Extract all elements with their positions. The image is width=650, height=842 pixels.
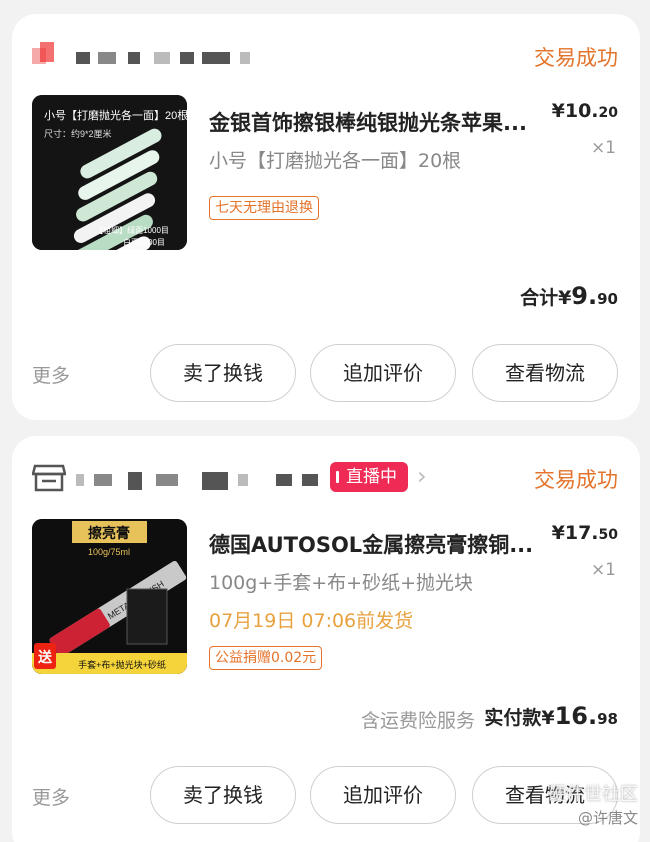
product-spec: 小号【打磨抛光各一面】20根 [209, 150, 462, 172]
thumb-header: 擦亮膏 [88, 525, 130, 541]
shop-header[interactable]: 直播中 › 交易成功 [31, 460, 618, 496]
thumb-gift-line: 手套+布+抛光块+砂纸 [78, 659, 166, 670]
chevron-right-icon[interactable]: › [417, 462, 427, 490]
product-thumbnail[interactable]: 擦亮膏 100g/75ml METAL POLISH 送 手套+布+抛光块+砂纸 [32, 519, 187, 674]
resell-button[interactable]: 卖了换钱 [150, 344, 296, 402]
product-qty: ×1 [590, 138, 616, 158]
shop-name-blurred [302, 474, 318, 486]
return-policy-tag: 七天无理由退换 [209, 196, 319, 220]
product-qty: ×1 [590, 560, 616, 580]
shop-name-blurred [202, 52, 230, 64]
product-price: ¥10.20 [551, 100, 618, 122]
thumb-sub: 100g/75ml [88, 547, 130, 557]
add-review-button[interactable]: 追加评价 [310, 344, 456, 402]
order-total: 合计¥9.90 [520, 282, 618, 310]
order-card[interactable]: 交易成功 小号【打磨抛光各一面】20根 尺寸：约9*2厘米 【粗细】绿面1000… [12, 14, 640, 420]
live-icon [336, 471, 339, 483]
shop-name-blurred [180, 52, 194, 64]
shop-name-blurred [76, 474, 84, 486]
product-title[interactable]: 金银首饰擦银棒纯银抛光条苹果... [209, 107, 554, 137]
order-status: 交易成功 [534, 46, 618, 70]
shop-name-blurred [240, 52, 250, 64]
add-review-button[interactable]: 追加评价 [310, 766, 456, 824]
shop-name-blurred [98, 52, 116, 64]
view-logistics-button[interactable]: 查看物流 [472, 344, 618, 402]
shop-name-blurred [76, 52, 90, 64]
thumb-gift: 送 [37, 649, 53, 665]
charity-tag: 公益捐赠0.02元 [209, 646, 323, 670]
shop-name-blurred [276, 474, 292, 486]
live-badge[interactable]: 直播中 [330, 462, 408, 492]
shop-name-blurred [154, 52, 170, 64]
product-price: ¥17.50 [551, 522, 618, 544]
shop-name-blurred [202, 472, 228, 490]
shop-header[interactable]: 交易成功 [32, 38, 618, 74]
thumb-header: 小号【打磨抛光各一面】20根 [44, 108, 187, 122]
store-icon [31, 464, 67, 492]
order-total: 实付款¥16.98 [484, 702, 618, 730]
thumb-size: 尺寸：约9*2厘米 [44, 128, 112, 139]
order-status: 交易成功 [534, 468, 618, 492]
shipping-insurance-label: 含运费险服务 [360, 710, 475, 732]
watermark-author: @许唐文 [577, 809, 638, 827]
product-title[interactable]: 德国AUTOSOL金属擦亮膏擦铜... [209, 529, 554, 559]
shop-name-blurred [94, 474, 112, 486]
shop-name-blurred [238, 474, 248, 486]
shop-logo [32, 42, 54, 70]
resell-button[interactable]: 卖了换钱 [150, 766, 296, 824]
shop-name-blurred [128, 472, 142, 490]
shop-name-blurred [128, 52, 140, 64]
more-link[interactable]: 更多 [32, 361, 70, 388]
product-spec: 100g+手套+布+砂纸+抛光块 [209, 572, 474, 594]
more-link[interactable]: 更多 [32, 783, 70, 810]
thumb-grit2: 白面5000目 [123, 237, 165, 247]
ship-time: 07月19日 07:06前发货 [209, 610, 414, 632]
thumb-grit: 【粗细】绿面1000目 [95, 225, 169, 235]
watermark: 硬件世社区 [548, 784, 638, 805]
product-thumbnail[interactable]: 小号【打磨抛光各一面】20根 尺寸：约9*2厘米 【粗细】绿面1000目 白面5… [32, 95, 187, 250]
order-card[interactable]: 直播中 › 交易成功 擦亮膏 100g/75ml METAL POLISH 送 … [12, 436, 640, 842]
shop-name-blurred [156, 474, 178, 486]
